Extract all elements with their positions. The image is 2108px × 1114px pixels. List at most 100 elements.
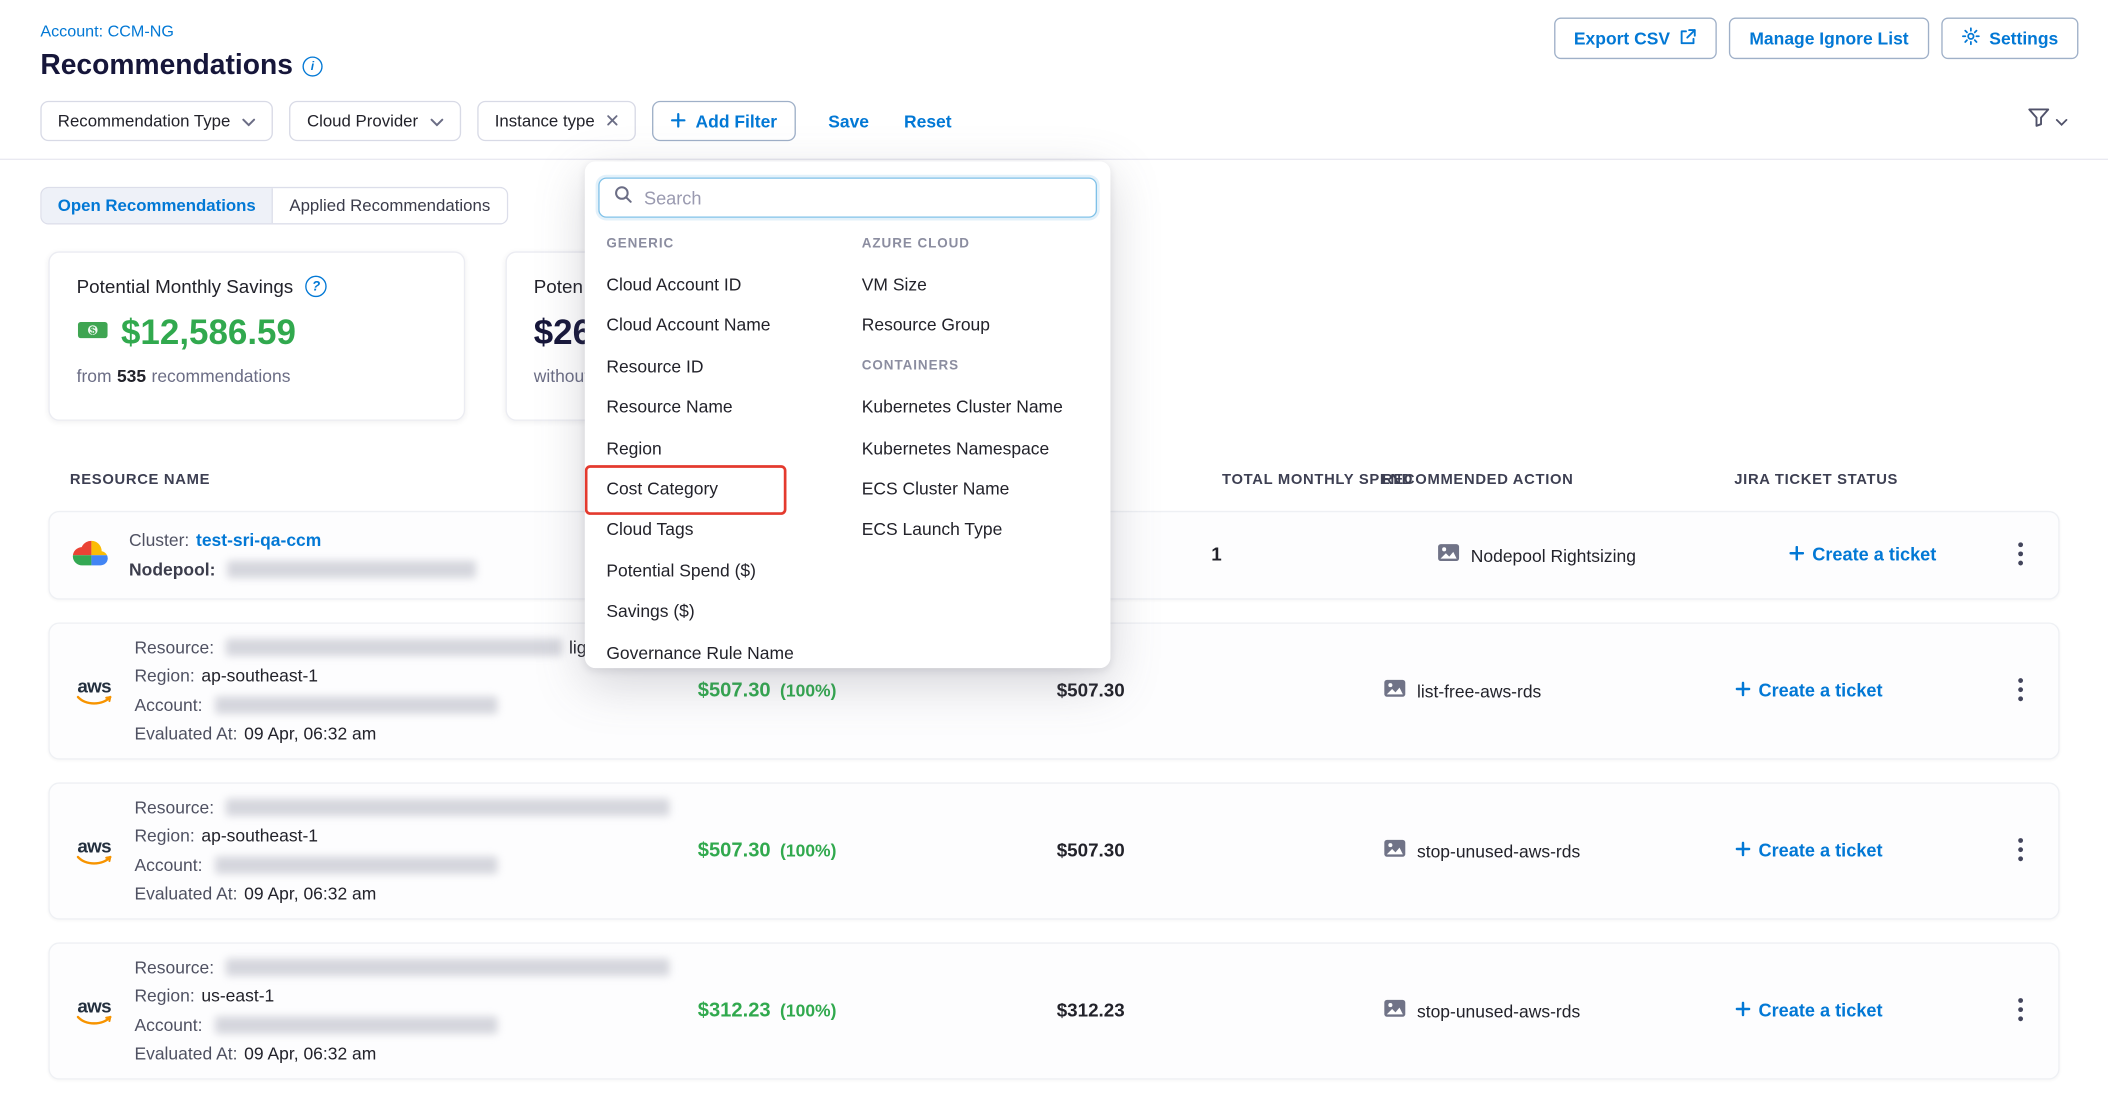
filter-options-azure-containers: AZURE CLOUD VM Size Resource Group CONTA… (862, 223, 1104, 550)
filter-option-resource-group[interactable]: Resource Group (862, 305, 1104, 346)
evaluated-label: Evaluated At: (134, 1041, 237, 1069)
create-ticket-link[interactable]: Create a ticket (1736, 840, 1883, 860)
header-recommended-action: RECOMMENDED ACTION (1156, 472, 1559, 488)
monthly-savings-value: $507.30 (698, 679, 771, 702)
close-icon[interactable] (607, 112, 619, 131)
image-icon (1383, 678, 1406, 704)
save-filter-link[interactable]: Save (828, 111, 869, 131)
monthly-savings-value: $507.30 (698, 839, 771, 862)
recommended-action-label: list-free-aws-rds (1417, 681, 1541, 701)
filter-option-ecs-cluster-name[interactable]: ECS Cluster Name (862, 468, 1104, 509)
filter-panel-toggle[interactable] (2027, 108, 2067, 135)
filter-option-cost-category[interactable]: Cost Category (606, 468, 861, 509)
filter-option-resource-id[interactable]: Resource ID (606, 346, 861, 387)
kebab-menu-icon[interactable] (2013, 832, 2029, 871)
resource-label: Resource: (134, 634, 214, 662)
note-count: 535 (117, 366, 146, 386)
settings-label: Settings (1989, 28, 2058, 48)
filter-icon (2027, 108, 2050, 135)
region-value: ap-southeast-1 (201, 663, 318, 691)
kebab-menu-icon[interactable] (2013, 672, 2029, 711)
account-breadcrumb[interactable]: Account: CCM-NG (40, 22, 174, 41)
savings-percent: (100%) (780, 680, 836, 700)
filter-bar: Recommendation Type Cloud Provider Insta… (0, 82, 2108, 160)
account-label: Account: (134, 852, 202, 880)
account-label: Account: (134, 692, 202, 720)
header-jira-ticket-status: JIRA TICKET STATUS (1559, 472, 1909, 488)
filter-option-region[interactable]: Region (606, 427, 861, 468)
redacted-value (228, 561, 477, 578)
savings-card-title: Potential Monthly Savings (77, 276, 294, 298)
reset-filter-link[interactable]: Reset (904, 111, 952, 131)
evaluated-value: 09 Apr, 06:32 am (244, 721, 376, 749)
create-ticket-label: Create a ticket (1812, 544, 1936, 564)
redacted-value (226, 639, 562, 656)
plus-icon (1736, 680, 1751, 700)
evaluated-label: Evaluated At: (134, 721, 237, 749)
region-value: ap-southeast-1 (201, 823, 318, 851)
create-ticket-link[interactable]: Create a ticket (1736, 680, 1883, 700)
search-input[interactable] (644, 188, 1082, 208)
filter-option-kubernetes-namespace[interactable]: Kubernetes Namespace (862, 427, 1104, 468)
section-containers: CONTAINERS (862, 346, 1104, 387)
filter-option-cloud-tags[interactable]: Cloud Tags (606, 509, 861, 550)
add-filter-label: Add Filter (696, 111, 778, 131)
help-icon[interactable]: ? (305, 276, 327, 298)
filter-chip-recommendation-type[interactable]: Recommendation Type (40, 101, 273, 141)
cluster-label: Cluster: (129, 527, 189, 555)
tab-open-recommendations[interactable]: Open Recommendations (42, 188, 274, 223)
export-csv-button[interactable]: Export CSV (1554, 17, 1717, 59)
filter-option-ecs-launch-type[interactable]: ECS Launch Type (862, 509, 1104, 550)
filter-option-savings[interactable]: Savings ($) (606, 591, 861, 632)
region-label: Region: (134, 663, 194, 691)
aws-icon: aws (71, 677, 117, 705)
filter-option-governance-rule-name[interactable]: Governance Rule Name (606, 632, 861, 668)
evaluated-value: 09 Apr, 06:32 am (244, 1041, 376, 1069)
create-ticket-link[interactable]: Create a ticket (1789, 544, 1936, 564)
redacted-value (215, 857, 497, 874)
savings-card-value: $12,586.59 (121, 312, 296, 354)
evaluated-label: Evaluated At: (134, 881, 237, 909)
plus-icon (1736, 1000, 1751, 1020)
chip-label: Cloud Provider (307, 112, 418, 131)
table-row[interactable]: aws Resource: Region:us-east-1 Account: … (48, 942, 2059, 1079)
redacted-value (226, 799, 670, 816)
image-icon (1383, 838, 1406, 864)
partial-card-value: $26 (534, 312, 592, 354)
create-ticket-link[interactable]: Create a ticket (1736, 1000, 1883, 1020)
filter-option-vm-size[interactable]: VM Size (862, 264, 1104, 305)
redacted-value (215, 1017, 497, 1034)
chevron-down-icon (430, 112, 443, 131)
cluster-name-link[interactable]: test-sri-qa-ccm (196, 527, 321, 555)
filter-option-potential-spend[interactable]: Potential Spend ($) (606, 550, 861, 591)
filter-option-resource-name[interactable]: Resource Name (606, 387, 861, 428)
potential-monthly-savings-card: Potential Monthly Savings ? $ $12,586.59… (48, 251, 465, 420)
plus-icon (1789, 544, 1804, 564)
info-icon[interactable]: i (302, 56, 322, 76)
settings-button[interactable]: Settings (1941, 17, 2079, 59)
svg-text:$: $ (90, 324, 96, 336)
tab-applied-recommendations[interactable]: Applied Recommendations (273, 188, 506, 223)
plus-icon (1736, 840, 1751, 860)
partial-card-note: without (534, 366, 589, 386)
region-label: Region: (134, 983, 194, 1011)
add-filter-button[interactable]: Add Filter (653, 101, 796, 141)
search-icon (613, 184, 633, 211)
chevron-down-icon (2056, 109, 2068, 133)
filter-option-kubernetes-cluster-name[interactable]: Kubernetes Cluster Name (862, 387, 1104, 428)
kebab-menu-icon[interactable] (2013, 536, 2029, 575)
filter-chip-cloud-provider[interactable]: Cloud Provider (289, 101, 461, 141)
table-row[interactable]: aws Resource: Region:ap-southeast-1 Acco… (48, 782, 2059, 919)
manage-ignore-list-button[interactable]: Manage Ignore List (1729, 17, 1929, 59)
gear-icon (1961, 27, 1980, 50)
filter-option-cloud-account-name[interactable]: Cloud Account Name (606, 305, 861, 346)
filter-chip-instance-type[interactable]: Instance type (477, 101, 636, 141)
filter-option-cloud-account-id[interactable]: Cloud Account ID (606, 264, 861, 305)
redacted-value (215, 697, 497, 714)
resource-label: Resource: (134, 954, 214, 982)
kebab-menu-icon[interactable] (2013, 991, 2029, 1030)
savings-percent: (100%) (780, 1000, 836, 1020)
total-spend-value: $507.30 (1057, 839, 1125, 861)
savings-percent: (100%) (780, 840, 836, 860)
savings-card-note: from 535 recommendations (77, 366, 437, 386)
